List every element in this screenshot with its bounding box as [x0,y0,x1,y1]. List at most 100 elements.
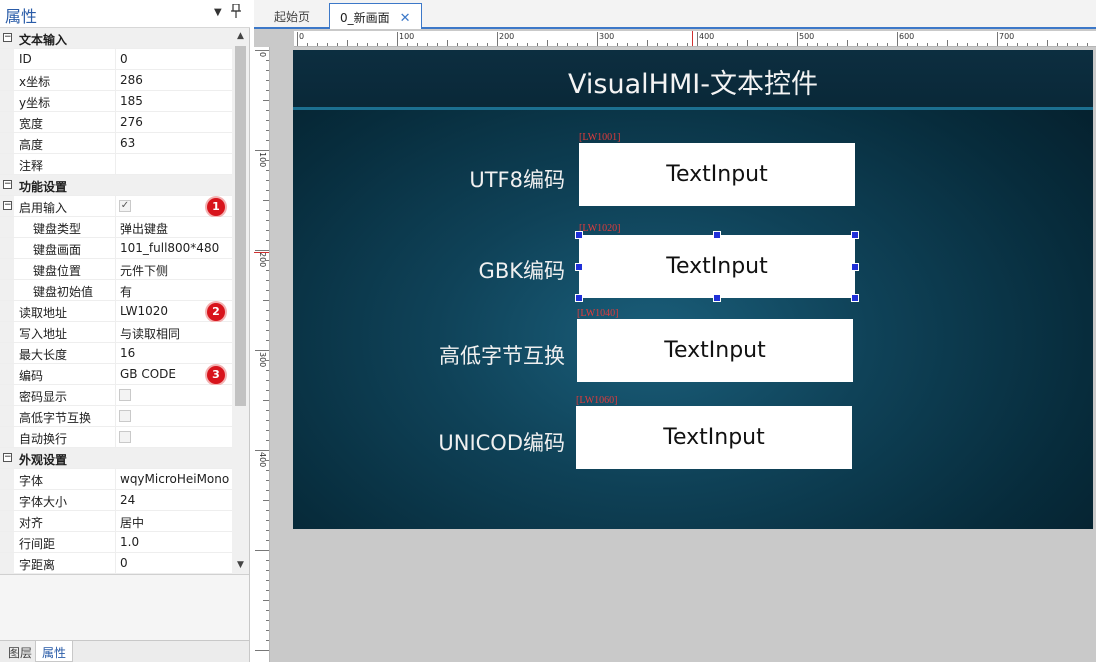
collapse-icon[interactable]: − [3,201,12,210]
property-row[interactable]: 行间距 1.0 [0,532,232,553]
ruler-tick [987,43,988,46]
chevron-down-icon[interactable]: ▼ [214,7,222,18]
ruler-tick [266,410,269,411]
property-row[interactable]: 字距离 0 [0,553,232,574]
property-row[interactable]: 字体 wqyMicroHeiMono [0,469,232,490]
scrollbar-thumb[interactable] [235,46,246,406]
property-value[interactable]: 286 [120,73,232,87]
ruler-tick [887,43,888,46]
resize-handle[interactable] [851,231,859,239]
ruler-tick [266,430,269,431]
property-row[interactable]: 高度 63 [0,133,232,154]
property-value[interactable]: 24 [120,493,232,507]
collapse-icon[interactable]: − [3,33,12,42]
scroll-down-icon[interactable]: ▼ [232,557,249,574]
resize-handle[interactable] [575,294,583,302]
ruler-tick [266,570,269,571]
property-value[interactable]: 16 [120,346,232,360]
property-row[interactable]: 键盘画面 101_full800*480 [0,238,232,259]
resize-handle[interactable] [575,262,583,271]
property-row[interactable]: ID 0 [0,49,232,70]
scroll-up-icon[interactable]: ▲ [232,28,249,45]
hmi-screen-canvas[interactable]: VisualHMI-文本控件 UTF8编码 [LW1001] TextInput GB… [293,50,1093,529]
tab-start-page[interactable]: 起始页 [264,3,320,29]
property-row[interactable]: 字体大小 24 [0,490,232,511]
property-row[interactable]: 密码显示 [0,385,232,406]
property-row[interactable]: 读取地址 LW1020 2 [0,301,232,322]
row-gutter [0,427,14,447]
ruler-tick [1037,43,1038,46]
tab-layers[interactable]: 图层 [2,641,38,662]
property-value[interactable]: 0 [120,52,232,66]
property-value[interactable]: 101_full800*480 [120,241,232,255]
property-checkbox[interactable] [119,431,131,443]
ruler-tick [367,43,368,46]
property-row[interactable]: − 启用输入 ✓ 1 [0,196,232,217]
resize-handle[interactable] [713,231,721,239]
property-value[interactable]: 居中 [120,514,232,531]
property-value[interactable]: 63 [120,136,232,150]
text-input-widget[interactable]: TextInput [579,143,855,206]
close-icon[interactable]: ✕ [400,11,411,26]
ruler-tick [687,43,688,46]
resize-handle[interactable] [851,294,859,302]
property-value[interactable]: 弹出键盘 [120,220,232,237]
property-value[interactable]: 185 [120,94,232,108]
property-value[interactable]: 276 [120,115,232,129]
ruler-tick [727,43,728,46]
ruler-tick [1047,40,1048,46]
property-row[interactable]: 键盘初始值 有 [0,280,232,301]
property-row[interactable]: 对齐 居中 [0,511,232,532]
tab-properties[interactable]: 属性 [35,641,74,662]
property-value[interactable]: 与读取相同 [120,325,232,342]
collapse-icon[interactable]: − [3,453,12,462]
property-row[interactable]: 键盘位置 元件下侧 [0,259,232,280]
property-value[interactable]: wqyMicroHeiMono [120,472,232,486]
ruler-tick [517,43,518,46]
tab-new-screen[interactable]: 0_新画面 ✕ [329,3,422,29]
property-name: 外观设置 [19,453,68,467]
property-category[interactable]: − 文本输入 [0,28,232,49]
ruler-tick [1027,43,1028,46]
property-row[interactable]: 最大长度 16 [0,343,232,364]
ruler-tick [1017,43,1018,46]
ruler-label: 700 [999,32,1015,41]
property-row[interactable]: 宽度 276 [0,112,232,133]
pin-icon[interactable] [231,3,241,22]
property-category[interactable]: − 外观设置 [0,448,232,469]
property-row[interactable]: 高低字节互换 [0,406,232,427]
horizontal-ruler: 0 100 200 300 400 500 600 700 [294,31,1096,47]
ruler-tick [617,43,618,46]
ruler-tick [255,50,269,51]
ruler-tick [637,43,638,46]
ruler-tick [357,43,358,46]
ruler-label: 0 [299,32,305,41]
property-row[interactable]: y坐标 185 [0,91,232,112]
text-input-widget[interactable]: TextInput [576,406,852,469]
text-input-widget[interactable]: TextInput [579,235,855,298]
property-row[interactable]: 写入地址 与读取相同 [0,322,232,343]
property-row[interactable]: 自动换行 [0,427,232,448]
ruler-tick [266,610,269,611]
property-scrollbar[interactable]: ▲ ▼ [232,28,249,574]
property-row[interactable]: 编码 GB CODE 3 [0,364,232,385]
property-category[interactable]: − 功能设置 [0,175,232,196]
property-name: ID [19,52,32,66]
property-row[interactable]: x坐标 286 [0,70,232,91]
property-value[interactable]: 有 [120,283,232,300]
resize-handle[interactable] [851,262,859,271]
property-checkbox[interactable] [119,389,131,401]
collapse-icon[interactable]: − [3,180,12,189]
property-value[interactable]: 元件下侧 [120,262,232,279]
property-value[interactable]: 0 [120,556,232,570]
resize-handle[interactable] [713,294,721,302]
property-row[interactable]: 注释 [0,154,232,175]
property-row[interactable]: 键盘类型 弹出键盘 [0,217,232,238]
property-checkbox[interactable]: ✓ [119,200,131,212]
text-input-widget[interactable]: TextInput [577,319,853,382]
property-value[interactable]: 1.0 [120,535,232,549]
resize-handle[interactable] [575,231,583,239]
panel-bottom-tabs: 图层 属性 [0,640,249,662]
row-gutter [0,133,14,153]
property-checkbox[interactable] [119,410,131,422]
